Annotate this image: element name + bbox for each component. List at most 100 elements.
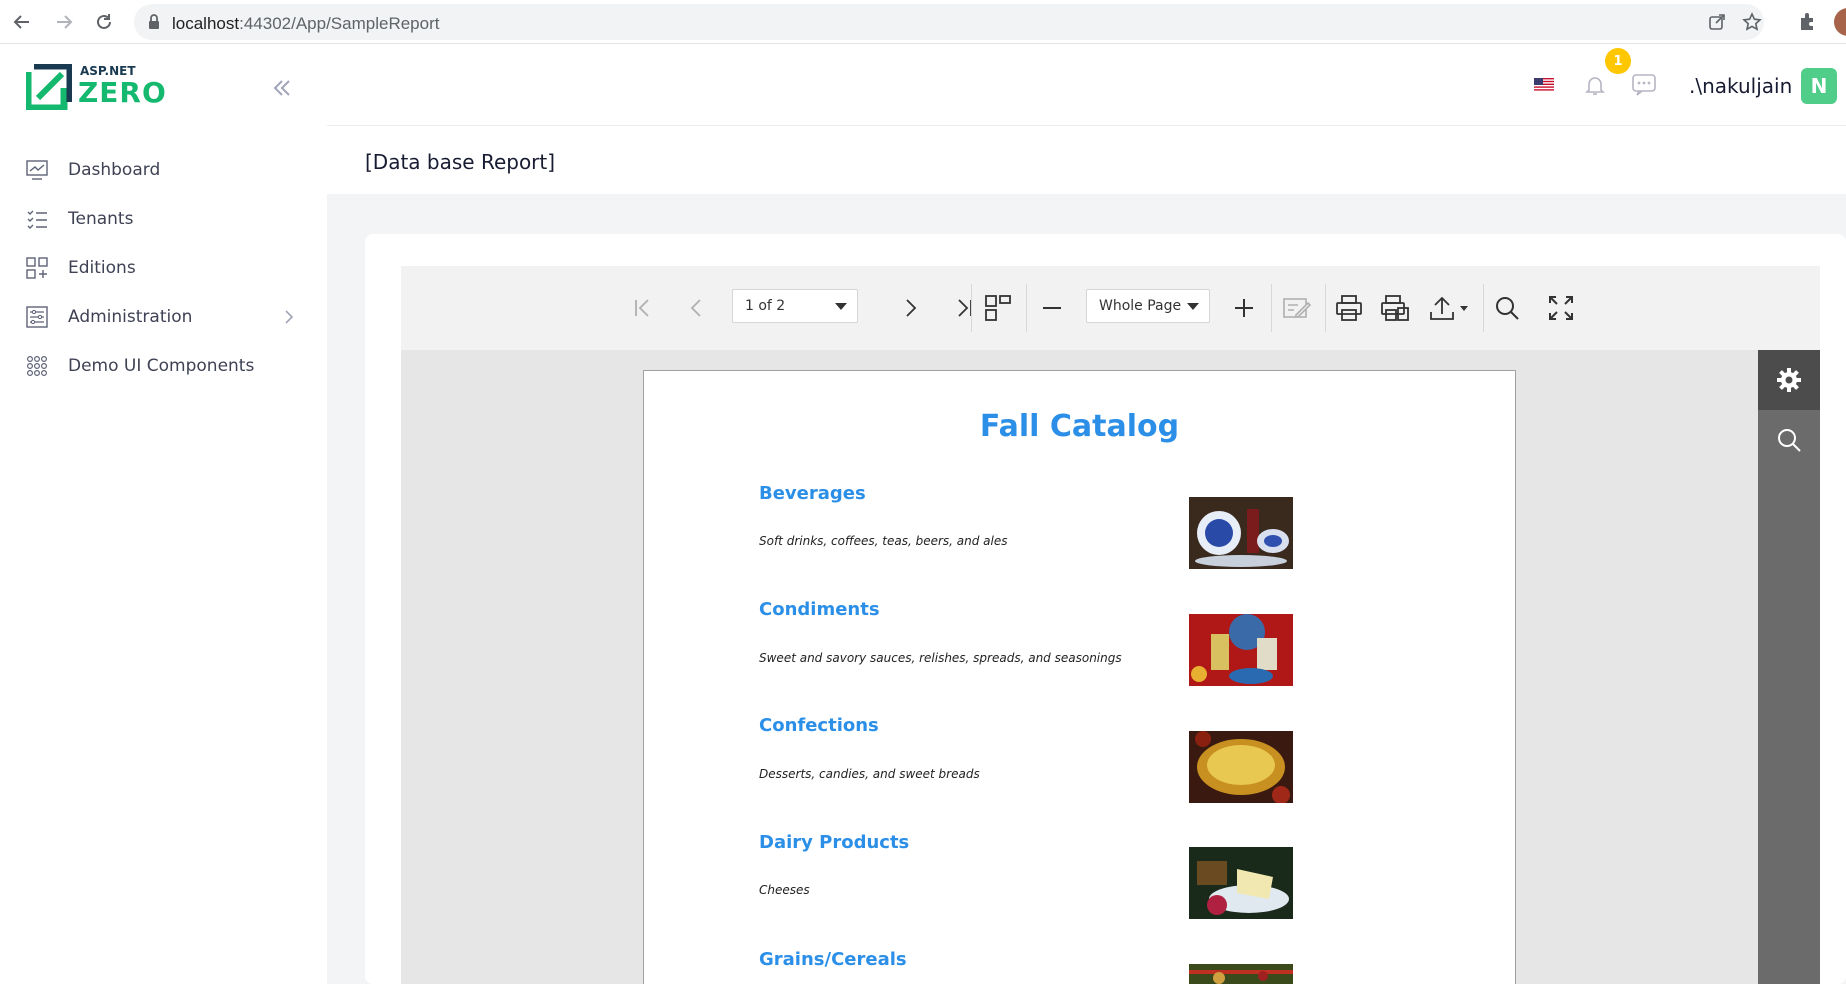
report-viewer-toolbar: 1 of 2 Whole Page <box>401 266 1820 350</box>
chevron-right-icon <box>285 310 294 324</box>
next-page-button[interactable] <box>890 288 930 328</box>
category-description: Soft drinks, coffees, teas, beers, and a… <box>759 534 1008 548</box>
url-path: :44302/App/SampleReport <box>239 14 440 33</box>
logo-icon <box>24 62 74 112</box>
category-name: Grains/Cereals <box>759 949 907 970</box>
editing-fields-button[interactable] <box>1277 288 1317 328</box>
gear-icon <box>1777 368 1801 392</box>
category-name: Condiments <box>759 599 880 620</box>
sidebar-item-tenants[interactable]: Tenants <box>26 199 306 239</box>
search-button[interactable] <box>1487 288 1527 328</box>
sidebar-item-label: Dashboard <box>68 160 161 180</box>
first-page-button[interactable] <box>623 288 663 328</box>
toolbar-divider <box>1271 284 1272 332</box>
sidebar-item-label: Demo UI Components <box>68 356 255 376</box>
sidebar-item-editions[interactable]: Editions <box>26 248 306 288</box>
us-flag-icon[interactable] <box>1534 78 1554 92</box>
sidebar-item-dashboard[interactable]: Dashboard <box>26 150 306 190</box>
notification-badge: 1 <box>1605 48 1631 74</box>
viewer-side-panel <box>1758 350 1820 984</box>
report-page: Fall Catalog Beverages Soft drinks, coff… <box>643 370 1516 984</box>
sidebar-item-demo-ui-components[interactable]: Demo UI Components <box>26 346 306 386</box>
list-icon <box>26 208 48 230</box>
toolbar-divider <box>1325 284 1326 332</box>
sidebar-item-label: Editions <box>68 258 136 278</box>
page-select-value: 1 of 2 <box>745 298 786 314</box>
grid-icon <box>26 257 48 279</box>
settings-tab-button[interactable] <box>1758 350 1820 410</box>
settings-list-icon <box>26 306 48 328</box>
reload-icon[interactable] <box>90 8 118 36</box>
plus-icon <box>1235 299 1253 317</box>
category-description: Sweet and savory sauces, relishes, sprea… <box>759 651 1122 665</box>
browser-bar: localhost:44302/App/SampleReport <box>0 0 1846 44</box>
category-description: Cheeses <box>759 883 810 897</box>
user-avatar[interactable]: N <box>1801 68 1837 104</box>
sidebar-item-label: Tenants <box>68 209 134 229</box>
caret-down-icon <box>1187 303 1199 310</box>
previous-page-button[interactable] <box>677 288 717 328</box>
chevron-right-icon <box>906 299 917 317</box>
category-image-beverages <box>1189 497 1293 569</box>
url-host: localhost <box>172 14 240 33</box>
edit-fields-icon <box>1283 298 1312 318</box>
sidebar-item-label: Administration <box>68 307 193 327</box>
first-page-icon <box>635 299 649 317</box>
logo-text-bottom: ZERO <box>78 76 167 109</box>
category-name: Confections <box>759 715 879 736</box>
search-tab-button[interactable] <box>1758 410 1820 470</box>
logo[interactable]: ASP.NET ZERO <box>24 62 167 112</box>
sidebar-item-administration[interactable]: Administration <box>26 297 306 337</box>
report-title: Fall Catalog <box>979 409 1180 444</box>
back-icon[interactable] <box>8 8 36 36</box>
multipage-grid-icon <box>985 295 1011 321</box>
category-name: Dairy Products <box>759 832 910 853</box>
print-page-icon <box>1381 295 1409 321</box>
dots-grid-icon <box>26 355 48 377</box>
bookmark-star-icon[interactable] <box>1742 12 1762 37</box>
subheader: [Data base Report] <box>327 126 1846 194</box>
extensions-icon[interactable] <box>1797 12 1817 37</box>
notification-bell-icon[interactable] <box>1580 70 1610 100</box>
top-header: 1 .\nakuljain N <box>327 44 1846 126</box>
print-icon <box>1336 295 1362 321</box>
share-icon[interactable] <box>1708 13 1726 36</box>
print-button[interactable] <box>1329 288 1369 328</box>
chart-icon <box>26 159 48 181</box>
chat-icon[interactable] <box>1629 70 1659 100</box>
zoom-select-value: Whole Page <box>1099 298 1182 314</box>
category-image-grains-cereals <box>1189 964 1293 984</box>
toolbar-divider <box>971 284 972 332</box>
zoom-in-button[interactable] <box>1224 288 1264 328</box>
address-bar[interactable]: localhost:44302/App/SampleReport <box>134 4 1764 40</box>
search-icon <box>1496 297 1519 320</box>
page-select[interactable]: 1 of 2 <box>732 289 858 323</box>
category-image-condiments <box>1189 614 1293 686</box>
chevron-left-icon <box>690 299 701 317</box>
category-name: Beverages <box>759 483 866 504</box>
zoom-select[interactable]: Whole Page <box>1086 289 1210 323</box>
category-image-dairy-products <box>1189 847 1293 919</box>
lock-icon <box>148 14 160 35</box>
toolbar-divider <box>1483 284 1484 332</box>
toolbar-divider <box>1026 284 1027 332</box>
minus-icon <box>1043 307 1061 309</box>
print-page-button[interactable] <box>1375 288 1415 328</box>
export-upload-icon <box>1430 296 1468 320</box>
double-chevron-left-icon <box>273 80 290 96</box>
caret-down-icon <box>835 303 847 310</box>
search-icon <box>1778 429 1801 452</box>
category-image-confections <box>1189 731 1293 803</box>
zoom-out-button[interactable] <box>1032 288 1072 328</box>
page-title: [Data base Report] <box>365 150 556 174</box>
url-text: localhost:44302/App/SampleReport <box>172 14 439 34</box>
forward-icon[interactable] <box>50 8 78 36</box>
sidebar: ASP.NET ZERO Dashboard Tenants Editions … <box>0 44 327 984</box>
multipage-button[interactable] <box>978 288 1018 328</box>
export-button[interactable] <box>1423 288 1475 328</box>
profile-avatar[interactable] <box>1834 8 1846 36</box>
fullscreen-icon <box>1549 296 1573 320</box>
sidebar-collapse-button[interactable] <box>268 74 296 102</box>
fullscreen-button[interactable] <box>1541 288 1581 328</box>
username[interactable]: .\nakuljain <box>1689 74 1792 98</box>
